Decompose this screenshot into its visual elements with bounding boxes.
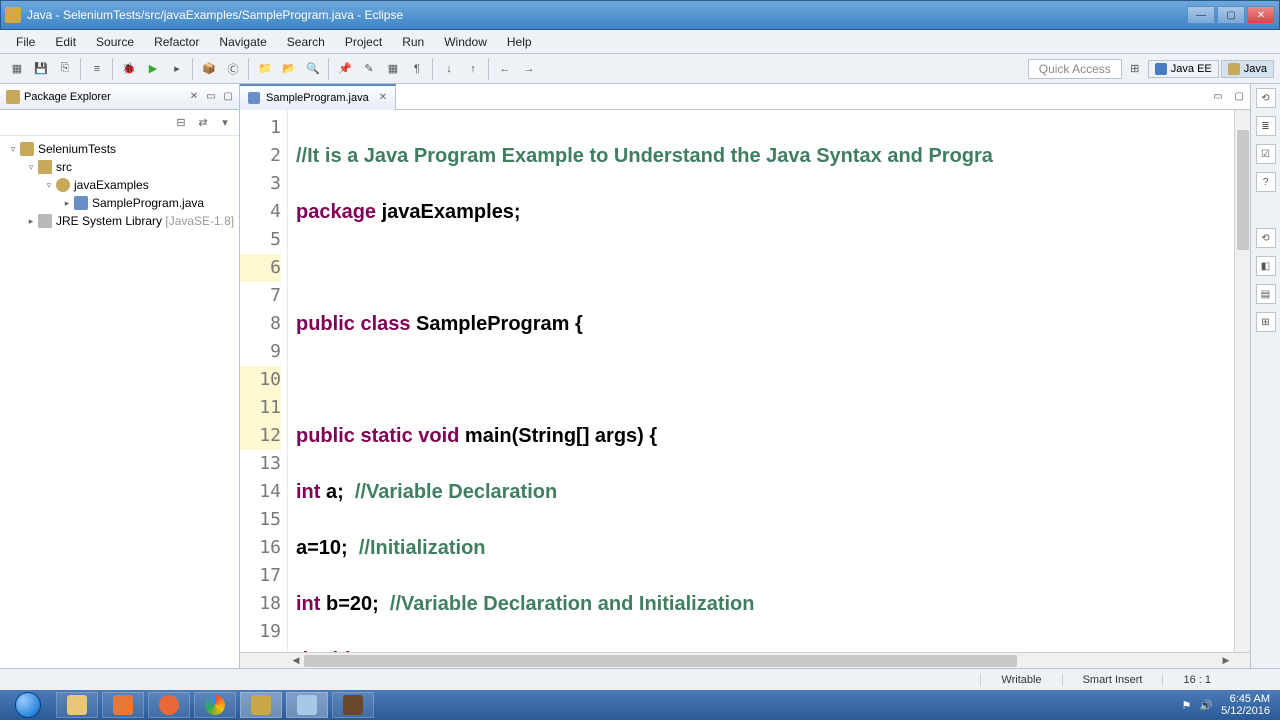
vertical-scrollbar[interactable] <box>1234 110 1250 652</box>
toggle-mark-icon[interactable]: ✎ <box>358 58 380 80</box>
taskbar-app3[interactable] <box>332 692 374 718</box>
status-writable: Writable <box>980 674 1061 686</box>
menu-file[interactable]: File <box>6 32 45 52</box>
tree-java-file[interactable]: ▸SampleProgram.java <box>2 194 237 212</box>
menu-window[interactable]: Window <box>434 32 497 52</box>
prev-annotation-icon[interactable]: ↑ <box>462 58 484 80</box>
view-maximize-icon[interactable]: ▢ <box>224 91 233 102</box>
collapse-all-icon[interactable]: ⊟ <box>173 115 189 131</box>
open-perspective-icon[interactable]: ⊞ <box>1124 58 1146 80</box>
open-task-icon[interactable]: 📂 <box>278 58 300 80</box>
menu-source[interactable]: Source <box>86 32 144 52</box>
toggle-block-icon[interactable]: ▦ <box>382 58 404 80</box>
menu-project[interactable]: Project <box>335 32 392 52</box>
status-insert-mode: Smart Insert <box>1062 674 1163 686</box>
quick-access-input[interactable]: Quick Access <box>1028 59 1122 79</box>
view-icon-3[interactable]: ▤ <box>1256 284 1276 304</box>
pin-icon[interactable]: 📌 <box>334 58 356 80</box>
run-last-icon[interactable]: ▸ <box>166 58 188 80</box>
close-button[interactable]: ✕ <box>1247 6 1275 24</box>
save-all-icon[interactable]: ⎘ <box>54 58 76 80</box>
view-minimize-icon[interactable]: ▭ <box>206 91 215 102</box>
next-annotation-icon[interactable]: ↓ <box>438 58 460 80</box>
package-explorer-icon <box>6 90 20 104</box>
view-icon-2[interactable]: ◧ <box>1256 256 1276 276</box>
code-editor[interactable]: //It is a Java Program Example to Unders… <box>288 110 1250 652</box>
restore-icon[interactable]: ⟲ <box>1256 88 1276 108</box>
status-cursor-position: 16 : 1 <box>1162 674 1231 686</box>
show-whitespace-icon[interactable]: ¶ <box>406 58 428 80</box>
menu-refactor[interactable]: Refactor <box>144 32 209 52</box>
tree-jre[interactable]: ▸JRE System Library [JavaSE-1.8] <box>2 212 237 230</box>
view-icon-1[interactable]: ⟲ <box>1256 228 1276 248</box>
perspective-javaee[interactable]: Java EE <box>1148 60 1219 78</box>
minimize-button[interactable]: — <box>1187 6 1215 24</box>
editor-minimize-icon[interactable]: ▭ <box>1207 91 1228 102</box>
right-toolbar-strip: ⟲ ≣ ☑ ? ⟲ ◧ ▤ ⊞ <box>1250 84 1280 668</box>
tray-flag-icon[interactable]: ⚑ <box>1181 699 1191 712</box>
cheatsheet-icon[interactable]: ? <box>1256 172 1276 192</box>
taskbar-explorer[interactable] <box>56 692 98 718</box>
view-menu-icon[interactable]: ▾ <box>217 115 233 131</box>
tasklist-icon[interactable]: ☑ <box>1256 144 1276 164</box>
package-explorer-view: Package Explorer ✕ ▭ ▢ ⊟ ⇄ ▾ ▿SeleniumTe… <box>0 84 240 668</box>
app-icon <box>5 7 21 23</box>
tray-date: 5/12/2016 <box>1221 705 1270 717</box>
toggle-breadcrumb-icon[interactable]: ≡ <box>86 58 108 80</box>
start-button[interactable] <box>4 692 52 718</box>
taskbar-mediaplayer[interactable] <box>102 692 144 718</box>
horizontal-scrollbar[interactable]: ◀ ▶ <box>240 652 1250 668</box>
maximize-button[interactable]: ▢ <box>1217 6 1245 24</box>
tree-project[interactable]: ▿SeleniumTests <box>2 140 237 158</box>
save-icon[interactable]: 💾 <box>30 58 52 80</box>
forward-icon[interactable]: → <box>518 58 540 80</box>
status-bar: Writable Smart Insert 16 : 1 <box>0 668 1280 690</box>
view-icon-4[interactable]: ⊞ <box>1256 312 1276 332</box>
project-tree[interactable]: ▿SeleniumTests ▿src ▿javaExamples ▸Sampl… <box>0 136 239 668</box>
package-explorer-title: Package Explorer <box>24 91 186 103</box>
taskbar-app1[interactable] <box>240 692 282 718</box>
tray-volume-icon[interactable]: 🔊 <box>1199 699 1213 712</box>
taskbar-firefox[interactable] <box>148 692 190 718</box>
perspective-java[interactable]: Java <box>1221 60 1274 78</box>
new-package-icon[interactable]: 📦 <box>198 58 220 80</box>
tree-package[interactable]: ▿javaExamples <box>2 176 237 194</box>
editor-maximize-icon[interactable]: ▢ <box>1229 91 1250 102</box>
menu-edit[interactable]: Edit <box>45 32 86 52</box>
editor-area: SampleProgram.java ✕ ▭ ▢ 12345 6789 1011… <box>240 84 1250 668</box>
line-number-gutter[interactable]: 12345 6789 10111213 141516171819 <box>240 110 288 652</box>
menu-search[interactable]: Search <box>277 32 335 52</box>
tree-src[interactable]: ▿src <box>2 158 237 176</box>
view-close-icon[interactable]: ✕ <box>190 91 198 102</box>
window-title: Java - SeleniumTests/src/javaExamples/Sa… <box>27 8 1187 22</box>
outline-icon[interactable]: ≣ <box>1256 116 1276 136</box>
menu-bar: File Edit Source Refactor Navigate Searc… <box>0 30 1280 54</box>
menu-navigate[interactable]: Navigate <box>209 32 276 52</box>
run-icon[interactable]: ▶ <box>142 58 164 80</box>
windows-taskbar: ⚑ 🔊 6:45 AM 5/12/2016 <box>0 690 1280 720</box>
taskbar-app2[interactable] <box>286 692 328 718</box>
window-titlebar: Java - SeleniumTests/src/javaExamples/Sa… <box>0 0 1280 30</box>
editor-tab-close-icon[interactable]: ✕ <box>379 92 387 103</box>
system-tray[interactable]: ⚑ 🔊 6:45 AM 5/12/2016 <box>1181 693 1276 717</box>
back-icon[interactable]: ← <box>494 58 516 80</box>
search-icon[interactable]: 🔍 <box>302 58 324 80</box>
taskbar-chrome[interactable] <box>194 692 236 718</box>
tray-time: 6:45 AM <box>1221 693 1270 705</box>
new-class-icon[interactable]: Ⓒ <box>222 58 244 80</box>
new-icon[interactable]: ▦ <box>6 58 28 80</box>
link-editor-icon[interactable]: ⇄ <box>195 115 211 131</box>
menu-run[interactable]: Run <box>392 32 434 52</box>
java-file-icon <box>248 92 260 104</box>
editor-tab-label: SampleProgram.java <box>266 92 369 104</box>
menu-help[interactable]: Help <box>497 32 542 52</box>
editor-tab[interactable]: SampleProgram.java ✕ <box>240 84 396 110</box>
open-type-icon[interactable]: 📁 <box>254 58 276 80</box>
debug-icon[interactable]: 🐞 <box>118 58 140 80</box>
main-toolbar: ▦ 💾 ⎘ ≡ 🐞 ▶ ▸ 📦 Ⓒ 📁 📂 🔍 📌 ✎ ▦ ¶ ↓ ↑ ← → … <box>0 54 1280 84</box>
